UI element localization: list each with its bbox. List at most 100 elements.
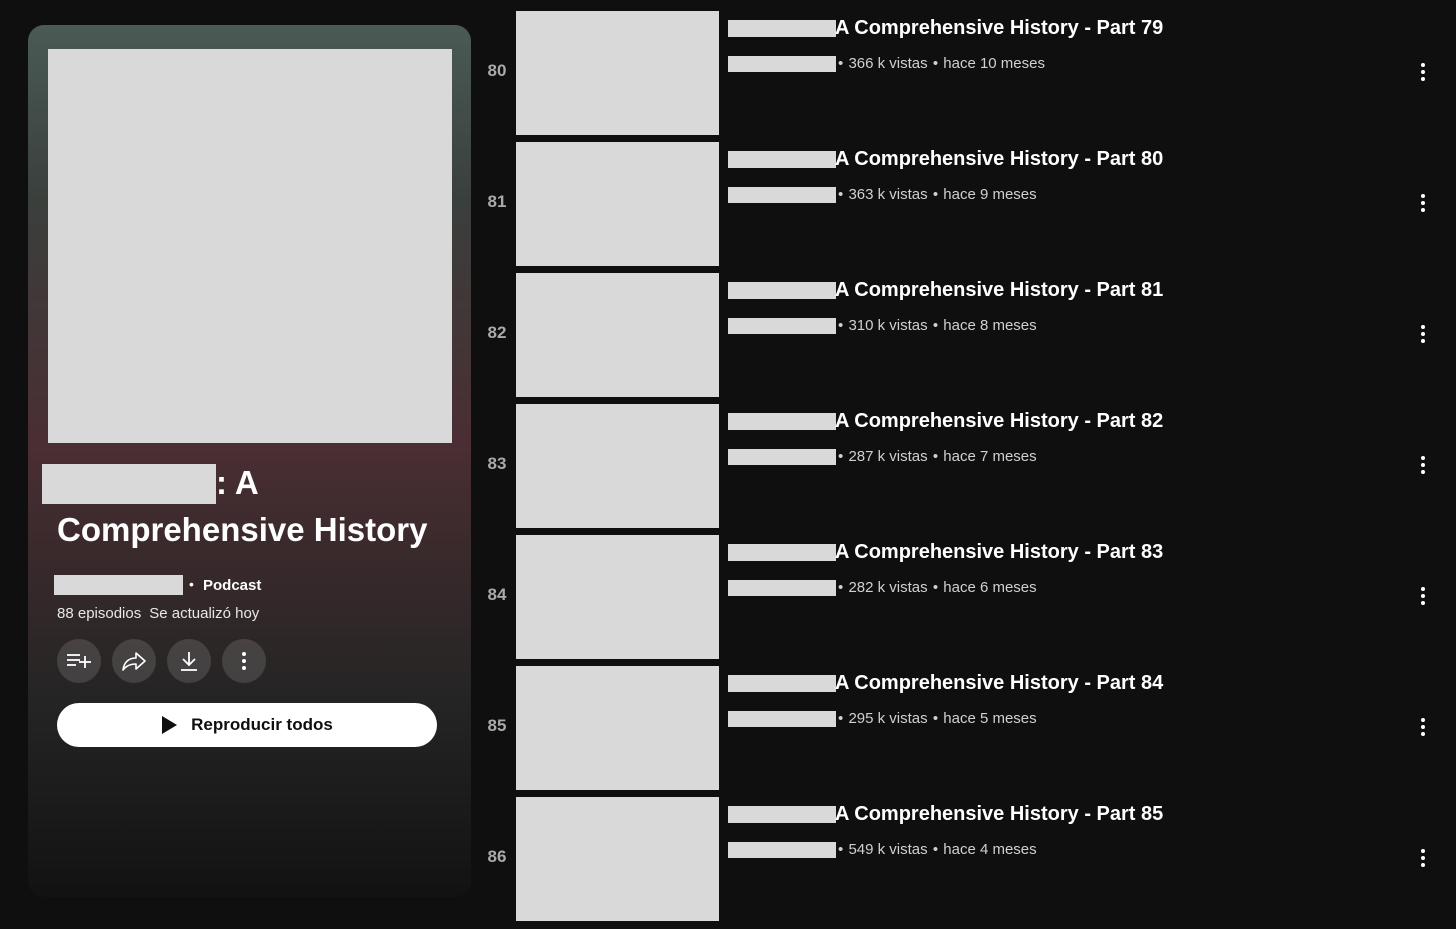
episode-more-button[interactable] <box>1415 585 1431 607</box>
episode-more-button[interactable] <box>1415 323 1431 345</box>
redacted-title-prefix <box>728 544 836 561</box>
playlist-header-panel: : A Comprehensive History • Podcast 88 e… <box>28 25 471 897</box>
separator-dot: • <box>189 576 194 592</box>
episode-thumbnail[interactable] <box>516 535 719 659</box>
episode-meta: • 310 k vistas • hace 8 meses <box>838 317 1037 334</box>
episode-index: 82 <box>487 323 507 342</box>
episode-age: hace 10 meses <box>943 55 1045 72</box>
episode-views: 549 k vistas <box>848 841 928 858</box>
episode-row[interactable]: 81 A Comprehensive History - Part 80 • 3… <box>478 142 1456 273</box>
more-vert-icon <box>1421 456 1425 474</box>
redacted-channel-name <box>728 449 836 465</box>
episode-row[interactable]: 82 A Comprehensive History - Part 81 • 3… <box>478 273 1456 404</box>
episode-count: 88 episodios <box>57 605 142 622</box>
play-all-button[interactable]: Reproducir todos <box>57 703 437 747</box>
episode-age: hace 9 meses <box>943 186 1037 203</box>
episode-thumbnail[interactable] <box>516 142 719 266</box>
episode-index: 85 <box>487 716 507 735</box>
episode-row[interactable]: 86 A Comprehensive History - Part 85 • 5… <box>478 797 1456 928</box>
episode-more-button[interactable] <box>1415 61 1431 83</box>
more-vert-icon <box>1421 63 1425 81</box>
redacted-channel-name <box>728 580 836 596</box>
episode-views: 363 k vistas <box>848 186 928 203</box>
redacted-title-prefix <box>728 806 836 823</box>
episode-more-button[interactable] <box>1415 716 1431 738</box>
episode-title[interactable]: A Comprehensive History - Part 82 <box>835 410 1163 433</box>
play-icon <box>162 716 178 734</box>
redacted-channel-name <box>728 318 836 334</box>
redacted-title-block <box>42 464 216 504</box>
episode-list: 80 A Comprehensive History - Part 79 • 3… <box>478 11 1456 928</box>
more-vert-icon <box>1421 194 1425 212</box>
episode-title[interactable]: A Comprehensive History - Part 80 <box>835 148 1163 171</box>
redacted-channel-name <box>728 187 836 203</box>
more-vert-icon <box>1421 849 1425 867</box>
episode-index: 83 <box>487 454 507 473</box>
more-vert-icon <box>1421 587 1425 605</box>
redacted-channel-name <box>728 842 836 858</box>
download-icon <box>181 652 197 671</box>
episode-index: 84 <box>487 585 507 604</box>
episode-row[interactable]: 80 A Comprehensive History - Part 79 • 3… <box>478 11 1456 142</box>
more-vert-icon <box>1421 325 1425 343</box>
add-to-queue-button[interactable] <box>57 639 101 683</box>
episode-more-button[interactable] <box>1415 192 1431 214</box>
redacted-title-prefix <box>728 20 836 37</box>
more-options-button[interactable] <box>222 639 266 683</box>
episode-title[interactable]: A Comprehensive History - Part 85 <box>835 803 1163 826</box>
episode-more-button[interactable] <box>1415 454 1431 476</box>
playlist-title-suffix: : A <box>216 464 259 501</box>
episode-title[interactable]: A Comprehensive History - Part 79 <box>835 17 1163 40</box>
play-all-label: Reproducir todos <box>191 715 333 734</box>
episode-views: 282 k vistas <box>848 579 928 596</box>
more-vert-icon <box>1421 718 1425 736</box>
episode-row[interactable]: 85 A Comprehensive History - Part 84 • 2… <box>478 666 1456 797</box>
episode-more-button[interactable] <box>1415 847 1431 869</box>
episode-row[interactable]: 84 A Comprehensive History - Part 83 • 2… <box>478 535 1456 666</box>
download-button[interactable] <box>167 639 211 683</box>
more-vert-icon <box>242 652 246 670</box>
episode-index: 81 <box>487 192 507 211</box>
episode-row[interactable]: 83 A Comprehensive History - Part 82 • 2… <box>478 404 1456 535</box>
playlist-meta: 88 episodios Se actualizó hoy <box>57 605 259 622</box>
episode-title[interactable]: A Comprehensive History - Part 84 <box>835 672 1163 695</box>
episode-index: 86 <box>487 847 507 866</box>
episode-views: 295 k vistas <box>848 710 928 727</box>
episode-meta: • 295 k vistas • hace 5 meses <box>838 710 1037 727</box>
episode-title[interactable]: A Comprehensive History - Part 81 <box>835 279 1163 302</box>
redacted-channel-name <box>728 56 836 72</box>
redacted-channel-name <box>728 711 836 727</box>
episode-age: hace 4 meses <box>943 841 1037 858</box>
episode-title[interactable]: A Comprehensive History - Part 83 <box>835 541 1163 564</box>
playlist-type-label: Podcast <box>203 577 262 594</box>
episode-views: 287 k vistas <box>848 448 928 465</box>
episode-meta: • 363 k vistas • hace 9 meses <box>838 186 1037 203</box>
episode-thumbnail[interactable] <box>516 273 719 397</box>
share-icon <box>122 652 146 671</box>
add-to-queue-icon <box>67 654 91 668</box>
redacted-author-block[interactable] <box>54 575 183 595</box>
episode-age: hace 5 meses <box>943 710 1037 727</box>
playlist-cover-image[interactable] <box>48 49 452 443</box>
episode-age: hace 6 meses <box>943 579 1037 596</box>
episode-meta: • 366 k vistas • hace 10 meses <box>838 55 1045 72</box>
redacted-title-prefix <box>728 282 836 299</box>
episode-thumbnail[interactable] <box>516 404 719 528</box>
episode-thumbnail[interactable] <box>516 797 719 921</box>
episode-thumbnail[interactable] <box>516 11 719 135</box>
episode-meta: • 549 k vistas • hace 4 meses <box>838 841 1037 858</box>
episode-thumbnail[interactable] <box>516 666 719 790</box>
redacted-title-prefix <box>728 413 836 430</box>
redacted-title-prefix <box>728 151 836 168</box>
redacted-title-prefix <box>728 675 836 692</box>
share-button[interactable] <box>112 639 156 683</box>
episode-index: 80 <box>487 61 507 80</box>
episode-views: 366 k vistas <box>848 55 928 72</box>
episode-meta: • 287 k vistas • hace 7 meses <box>838 448 1037 465</box>
episode-age: hace 7 meses <box>943 448 1037 465</box>
playlist-title: Comprehensive History <box>57 511 428 548</box>
playlist-action-buttons <box>57 639 266 683</box>
episode-meta: • 282 k vistas • hace 6 meses <box>838 579 1037 596</box>
updated-status: Se actualizó hoy <box>149 605 260 622</box>
episode-views: 310 k vistas <box>848 317 928 334</box>
